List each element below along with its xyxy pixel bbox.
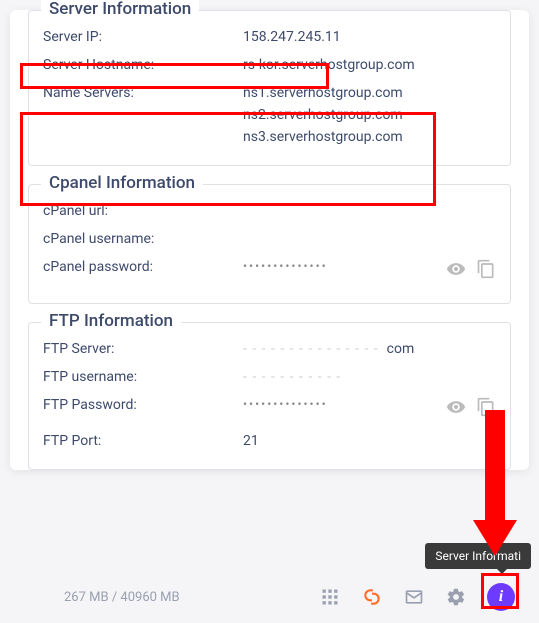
gear-icon[interactable] bbox=[445, 586, 467, 608]
label-cpanel-username: cPanel username: bbox=[43, 231, 243, 247]
value-server-hostname: rs-kor.serverhostgroup.com bbox=[243, 57, 496, 73]
ns1: ns1.serverhostgroup.com bbox=[243, 85, 496, 101]
ftp-server-suffix: com bbox=[387, 341, 415, 357]
value-name-servers: ns1.serverhostgroup.com ns2.serverhostgr… bbox=[243, 85, 496, 145]
label-cpanel-password: cPanel password: bbox=[43, 259, 243, 275]
redacted-dashes: - - - - - - - - - - - - - - - bbox=[243, 341, 379, 357]
value-server-ip: 158.247.245.11 bbox=[243, 29, 496, 45]
eye-icon[interactable] bbox=[446, 259, 466, 283]
eye-icon[interactable] bbox=[446, 397, 466, 421]
value-cpanel-password: •••••••••••••• bbox=[243, 259, 446, 273]
row-cpanel-username: cPanel username: bbox=[43, 225, 496, 253]
row-ftp-username: FTP username: - - - - - - - - - - - bbox=[43, 363, 496, 391]
label-name-servers: Name Servers: bbox=[43, 85, 243, 101]
tooltip-server-info: Server Informati bbox=[425, 543, 531, 569]
label-server-hostname: Server Hostname: bbox=[43, 57, 243, 73]
row-server-ip: Server IP: 158.247.245.11 bbox=[43, 23, 496, 51]
apps-icon[interactable] bbox=[319, 586, 341, 608]
value-ftp-port: 21 bbox=[243, 433, 496, 449]
label-ftp-port: FTP Port: bbox=[43, 433, 243, 449]
value-ftp-server: - - - - - - - - - - - - - - - com bbox=[243, 341, 496, 357]
cpanel-icon[interactable] bbox=[361, 586, 383, 608]
server-info-section: Server Information Server IP: 158.247.24… bbox=[28, 10, 511, 166]
label-ftp-password: FTP Password: bbox=[43, 397, 243, 413]
row-cpanel-password: cPanel password: •••••••••••••• bbox=[43, 253, 496, 289]
label-ftp-username: FTP username: bbox=[43, 369, 243, 385]
label-cpanel-url: cPanel url: bbox=[43, 203, 243, 219]
row-ftp-password: FTP Password: •••••••••••••• bbox=[43, 391, 496, 427]
mail-icon[interactable] bbox=[403, 586, 425, 608]
ns2: ns2.serverhostgroup.com bbox=[243, 107, 496, 123]
info-card: Server Information Server IP: 158.247.24… bbox=[10, 10, 529, 470]
storage-stats: 267 MB / 40960 MB bbox=[64, 590, 180, 605]
cpanel-info-title: Cpanel Information bbox=[41, 173, 203, 193]
server-info-title: Server Information bbox=[41, 0, 199, 19]
row-cpanel-url: cPanel url: bbox=[43, 197, 496, 225]
row-ftp-port: FTP Port: 21 bbox=[43, 427, 496, 455]
action-icons: i bbox=[319, 583, 515, 611]
value-ftp-username: - - - - - - - - - - - bbox=[243, 369, 496, 385]
copy-icon[interactable] bbox=[476, 397, 496, 421]
value-ftp-password: •••••••••••••• bbox=[243, 397, 446, 411]
row-name-servers: Name Servers: ns1.serverhostgroup.com ns… bbox=[43, 79, 496, 151]
ftp-info-title: FTP Information bbox=[41, 311, 181, 331]
row-ftp-server: FTP Server: - - - - - - - - - - - - - - … bbox=[43, 335, 496, 363]
row-server-hostname: Server Hostname: rs-kor.serverhostgroup.… bbox=[43, 51, 496, 79]
label-server-ip: Server IP: bbox=[43, 29, 243, 45]
ns3: ns3.serverhostgroup.com bbox=[243, 129, 496, 145]
bottom-bar: 267 MB / 40960 MB i bbox=[0, 583, 539, 611]
copy-icon[interactable] bbox=[476, 259, 496, 283]
label-ftp-server: FTP Server: bbox=[43, 341, 243, 357]
ftp-info-section: FTP Information FTP Server: - - - - - - … bbox=[28, 322, 511, 470]
cpanel-info-section: Cpanel Information cPanel url: cPanel us… bbox=[28, 184, 511, 304]
info-icon[interactable]: i bbox=[487, 583, 515, 611]
